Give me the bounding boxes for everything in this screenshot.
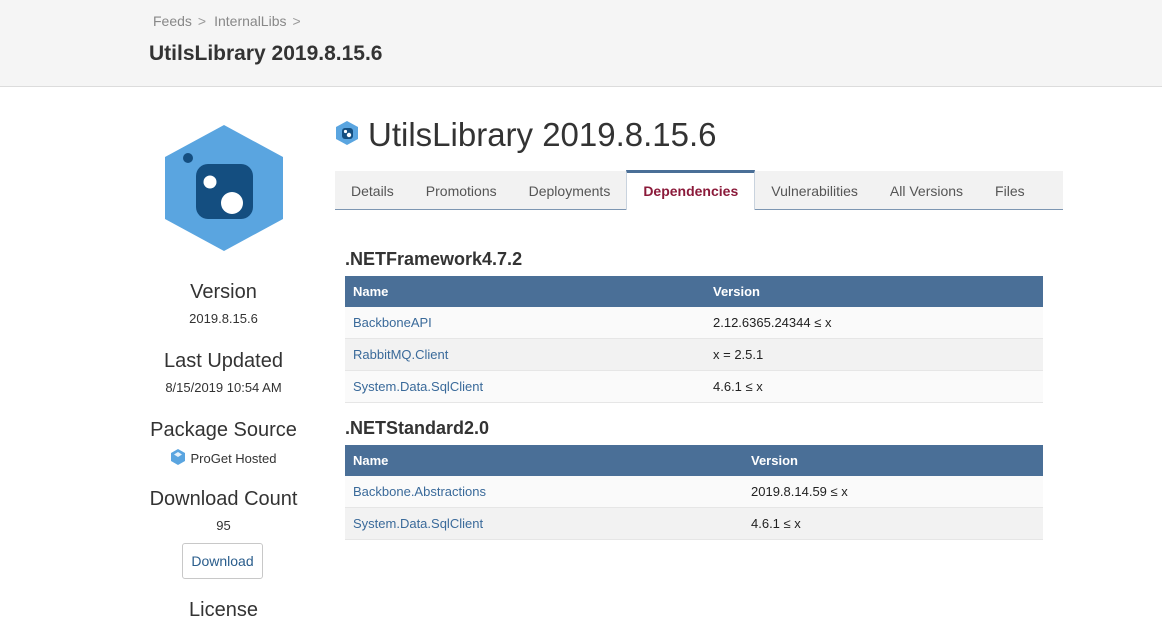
- column-header-name: Name: [345, 276, 705, 307]
- last-updated-value: 8/15/2019 10:54 AM: [165, 380, 282, 395]
- package-source-value: ProGet Hosted: [146, 449, 301, 468]
- tab-bar: Details Promotions Deployments Dependenc…: [335, 170, 1063, 210]
- dependency-name-link[interactable]: System.Data.SqlClient: [345, 507, 743, 540]
- nuget-package-icon: [163, 124, 285, 257]
- dependency-name-link[interactable]: BackboneAPI: [345, 307, 705, 339]
- package-small-icon: [336, 120, 358, 150]
- dependency-version: 2.12.6365.24344 ≤ x: [705, 307, 1043, 339]
- column-header-name: Name: [345, 445, 743, 476]
- dependency-table: Name Version BackboneAPI 2.12.6365.24344…: [345, 276, 1043, 403]
- dependency-version: 4.6.1 ≤ x: [705, 370, 1043, 403]
- table-row: System.Data.SqlClient 4.6.1 ≤ x: [345, 507, 1043, 540]
- download-button[interactable]: Download: [182, 543, 263, 579]
- tab-files[interactable]: Files: [979, 171, 1041, 209]
- proget-icon: [170, 449, 185, 468]
- breadcrumb-internallibs[interactable]: InternalLibs: [214, 13, 286, 29]
- breadcrumb-separator: >: [197, 13, 207, 29]
- table-header-row: Name Version: [345, 445, 1043, 476]
- tab-dependencies[interactable]: Dependencies: [626, 170, 756, 210]
- breadcrumb-separator: >: [292, 13, 301, 29]
- tab-deployments[interactable]: Deployments: [513, 171, 627, 209]
- dependency-version: 4.6.1 ≤ x: [743, 507, 1043, 540]
- last-updated-label: Last Updated: [164, 350, 283, 372]
- dependency-version: 2019.8.14.59 ≤ x: [743, 476, 1043, 508]
- dependency-version: x = 2.5.1: [705, 338, 1043, 371]
- table-header-row: Name Version: [345, 276, 1043, 307]
- license-label: License: [189, 599, 258, 621]
- table-row: System.Data.SqlClient 4.6.1 ≤ x: [345, 370, 1043, 403]
- framework-heading: .NETStandard2.0: [345, 418, 490, 438]
- dependency-name-link[interactable]: System.Data.SqlClient: [345, 370, 705, 403]
- version-value: 2019.8.15.6: [189, 311, 258, 326]
- tab-promotions[interactable]: Promotions: [410, 171, 513, 209]
- breadcrumb: Feeds > InternalLibs >: [153, 13, 309, 29]
- dependency-name-link[interactable]: RabbitMQ.Client: [345, 338, 705, 371]
- dependency-name-link[interactable]: Backbone.Abstractions: [345, 476, 743, 508]
- table-row: BackboneAPI 2.12.6365.24344 ≤ x: [345, 307, 1043, 339]
- tab-vulnerabilities[interactable]: Vulnerabilities: [755, 171, 874, 209]
- package-title: UtilsLibrary 2019.8.15.6: [368, 116, 717, 153]
- package-source-label: Package Source: [150, 419, 297, 441]
- column-header-version: Version: [743, 445, 1043, 476]
- column-header-version: Version: [705, 276, 1043, 307]
- download-count-value: 95: [216, 518, 231, 533]
- package-source-text: ProGet Hosted: [190, 451, 277, 466]
- table-row: RabbitMQ.Client x = 2.5.1: [345, 338, 1043, 371]
- package-heading: UtilsLibrary 2019.8.15.6: [336, 116, 717, 154]
- framework-heading: .NETFramework4.7.2: [345, 249, 523, 269]
- version-label: Version: [190, 281, 257, 303]
- breadcrumb-feeds[interactable]: Feeds: [153, 13, 192, 29]
- tab-details[interactable]: Details: [335, 171, 410, 209]
- page-header: Feeds > InternalLibs > UtilsLibrary 2019…: [0, 0, 1162, 87]
- dependency-table: Name Version Backbone.Abstractions 2019.…: [345, 445, 1043, 540]
- table-row: Backbone.Abstractions 2019.8.14.59 ≤ x: [345, 476, 1043, 508]
- tab-all-versions[interactable]: All Versions: [874, 171, 979, 209]
- download-count-label: Download Count: [149, 488, 298, 510]
- page-title: UtilsLibrary 2019.8.15.6: [149, 42, 383, 65]
